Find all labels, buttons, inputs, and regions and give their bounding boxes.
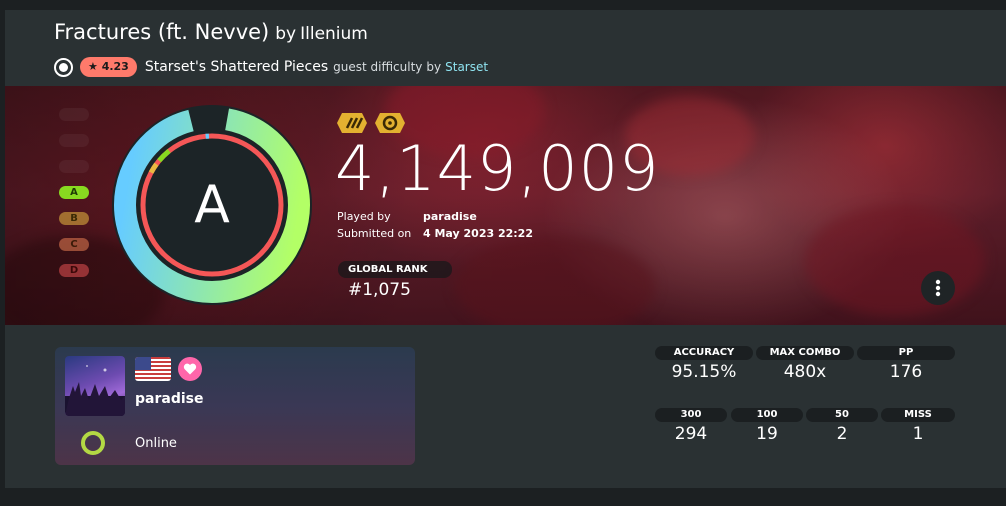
pp-value: 176: [889, 362, 923, 382]
username[interactable]: paradise: [135, 391, 203, 407]
score-meta: Played by paradise Submitted on 4 May 20…: [337, 210, 533, 244]
pp-label: PP: [857, 346, 955, 360]
grade-letter: A: [194, 175, 230, 235]
count-100-value: 19: [756, 424, 778, 444]
count-300-stat: 300 294: [655, 408, 727, 444]
global-rank-label: GLOBAL RANK: [338, 261, 452, 278]
miss-value: 1: [912, 424, 924, 444]
artist-name[interactable]: Illenium: [300, 24, 368, 44]
submitted-date: 4 May 2023 22:22: [423, 227, 533, 240]
rank-pill-d: D: [59, 264, 89, 277]
played-by-label: Played by: [337, 210, 391, 223]
mapper-link[interactable]: Starset: [445, 60, 488, 74]
submitted-on-label: Submitted on: [337, 227, 412, 240]
count-300-value: 294: [674, 424, 708, 444]
count-300-label: 300: [655, 408, 727, 422]
count-50-label: 50: [806, 408, 878, 422]
count-50-stat: 50 2: [806, 408, 878, 444]
star-rating-badge: ★ 4.23: [80, 57, 137, 77]
guest-by-label: by: [426, 60, 442, 74]
count-50-value: 2: [836, 424, 848, 444]
score-page: Fractures (ft. Nevve) by Illenium ★ 4.23 S…: [5, 10, 1006, 488]
online-status-icon: [81, 431, 105, 455]
by-label: by: [275, 24, 297, 44]
guest-difficulty-label: guest difficulty: [333, 60, 423, 74]
us-flag-icon[interactable]: [135, 357, 171, 381]
max-combo-value: 480x: [783, 362, 827, 382]
accuracy-stat: ACCURACY 95.15%: [655, 346, 753, 382]
max-combo-label: MAX COMBO: [756, 346, 854, 360]
miss-label: MISS: [881, 408, 955, 422]
accuracy-label: ACCURACY: [655, 346, 753, 360]
global-rank-value: #1,075: [348, 280, 411, 300]
avatar[interactable]: [65, 356, 125, 416]
max-combo-stat: MAX COMBO 480x: [756, 346, 854, 382]
count-100-stat: 100 19: [731, 408, 803, 444]
pp-stat: PP 176: [857, 346, 955, 382]
beatmap-header: Fractures (ft. Nevve) by Illenium ★ 4.23 S…: [5, 10, 1006, 86]
rank-pill-c: C: [59, 238, 89, 251]
osu-mode-icon: [54, 57, 73, 77]
accuracy-value: 95.15%: [671, 362, 737, 382]
miss-stat: MISS 1: [881, 408, 955, 444]
title-row: Fractures (ft. Nevve) by Illenium: [54, 20, 368, 44]
rank-pill-a: A: [59, 186, 89, 199]
total-score: 4,149,009: [335, 132, 660, 205]
grade-rank-list: A B C D: [59, 186, 91, 290]
played-by-user[interactable]: paradise: [423, 210, 477, 227]
global-rank-box: GLOBAL RANK #1,075: [338, 257, 452, 300]
page-bottom-strip: [0, 488, 1006, 506]
rank-pill-b: B: [59, 212, 89, 225]
difficulty-name[interactable]: Starset's Shattered Pieces: [145, 59, 328, 75]
vertical-dots-icon: [935, 279, 941, 297]
more-options-button[interactable]: [921, 271, 955, 305]
count-100-label: 100: [731, 408, 803, 422]
song-title[interactable]: Fractures (ft. Nevve): [54, 20, 269, 44]
score-hero: A B C D A 4,149,009 Played by paradise S…: [5, 86, 1006, 325]
difficulty-row: ★ 4.23 Starset's Shattered Pieces guest …: [54, 56, 488, 78]
user-card[interactable]: paradise Online: [55, 347, 415, 465]
heart-icon[interactable]: [178, 357, 202, 381]
online-status-text: Online: [135, 436, 177, 451]
